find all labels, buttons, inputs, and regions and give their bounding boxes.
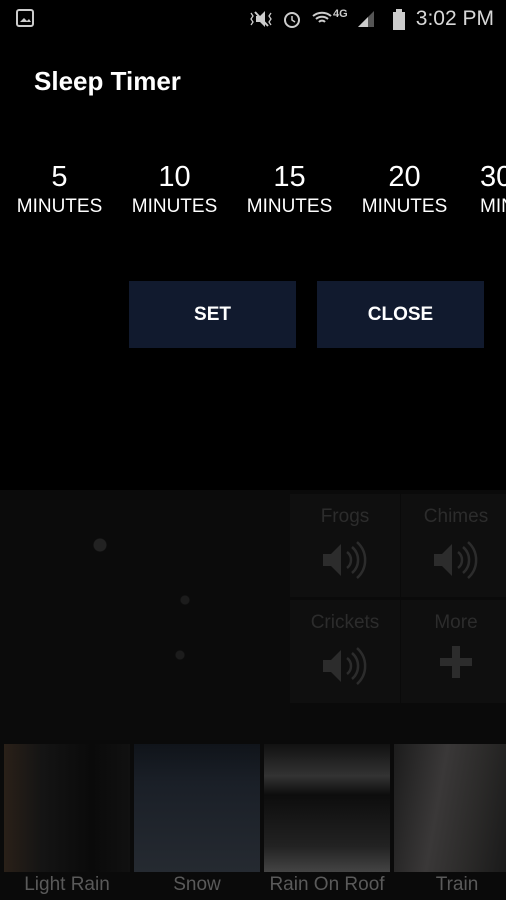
signal-icon: [358, 11, 374, 27]
battery-icon: [393, 9, 405, 30]
4g-icon: 4G: [333, 8, 348, 20]
timer-option-30[interactable]: 30 MINUTES: [480, 160, 506, 218]
dialog-title: Sleep Timer: [34, 66, 181, 96]
timer-option-5[interactable]: 5 MINUTES: [2, 160, 117, 218]
sound-label[interactable]: Light Rain: [2, 874, 132, 896]
clock: 3:02 PM: [415, 7, 494, 30]
option-value: 5: [51, 161, 68, 193]
sound-label[interactable]: Snow: [132, 874, 262, 896]
tile-label: Chimes: [423, 506, 489, 527]
timer-options[interactable]: 5 MINUTES 10 MINUTES 15 MINUTES 20 MINUTES 3…: [2, 160, 506, 230]
sound-label[interactable]: Rain On Roof: [262, 874, 392, 896]
sound-label[interactable]: Train: [392, 874, 506, 896]
option-unit: MINUTES: [246, 196, 333, 217]
alarm-icon: [284, 12, 300, 28]
rain-background-image: [0, 490, 290, 740]
tile-label: Frogs: [320, 506, 370, 527]
set-button[interactable]: SET: [129, 281, 296, 348]
option-unit: MINUTES: [16, 196, 103, 217]
tile-frogs[interactable]: Frogs: [290, 494, 400, 597]
option-unit: MINUTES: [480, 196, 506, 217]
timer-option-10[interactable]: 10 MINUTES: [117, 160, 232, 218]
option-value: 15: [273, 161, 306, 193]
tile-crickets[interactable]: Crickets: [290, 600, 400, 703]
option-unit: MINUTES: [361, 196, 448, 217]
option-value: 30: [480, 161, 506, 193]
tile-label: More: [434, 612, 478, 633]
plus-icon: [440, 646, 472, 678]
option-value: 20: [388, 161, 421, 193]
sound-thumb-rain-on-roof[interactable]: [264, 744, 390, 872]
tile-more[interactable]: More: [401, 600, 506, 703]
mute-vibrate-icon: [250, 11, 272, 27]
speaker-icon: [434, 541, 478, 579]
speaker-icon: [323, 541, 367, 579]
sound-thumb-light-rain[interactable]: [4, 744, 130, 872]
timer-option-15[interactable]: 15 MINUTES: [232, 160, 347, 218]
tile-label: Crickets: [310, 612, 380, 633]
status-bar: 4G 3:02 PM: [0, 0, 506, 38]
sound-list: Light Rain Snow Rain On Roof Train: [0, 744, 506, 900]
tile-chimes[interactable]: Chimes: [401, 494, 506, 597]
wifi-icon: [312, 11, 332, 23]
timer-option-20[interactable]: 20 MINUTES: [347, 160, 462, 218]
sound-thumb-train[interactable]: [394, 744, 506, 872]
option-unit: MINUTES: [131, 196, 218, 217]
speaker-icon: [323, 647, 367, 685]
image-icon: [16, 9, 34, 27]
option-value: 10: [158, 161, 191, 193]
sound-thumb-snow[interactable]: [134, 744, 260, 872]
close-button[interactable]: CLOSE: [317, 281, 484, 348]
